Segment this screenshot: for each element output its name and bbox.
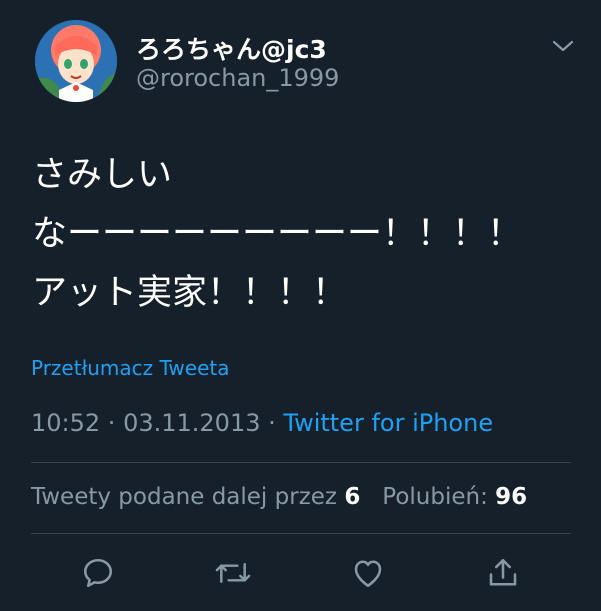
tweet-date: 03.11.2013: [123, 409, 261, 437]
reply-button[interactable]: [78, 553, 118, 593]
retweet-icon: [215, 562, 251, 584]
share-icon: [489, 558, 517, 586]
tweet-stats: Tweety podane dalej przez 6 Polubień: 96: [31, 484, 527, 510]
retweets-stat[interactable]: Tweety podane dalej przez 6: [31, 484, 360, 510]
retweets-label: Tweety podane dalej przez: [31, 484, 337, 510]
likes-stat[interactable]: Polubień: 96: [382, 484, 527, 510]
meta-separator: ·: [100, 409, 124, 437]
display-name[interactable]: ろろちゃん@jc3: [136, 30, 327, 66]
translate-tweet-link[interactable]: Przetłumacz Tweeta: [31, 356, 230, 380]
divider: [31, 462, 571, 463]
likes-count: 96: [495, 484, 528, 510]
user-handle[interactable]: @rorochan_1999: [136, 64, 339, 92]
tweet-source-link[interactable]: Twitter for iPhone: [283, 409, 493, 437]
likes-label: Polubień:: [382, 484, 488, 510]
tweet-text: さみしい なーーーーーーーーー！！！！ アット実家！！！！: [32, 146, 522, 323]
tweet-time: 10:52: [31, 409, 101, 437]
tweet-line: なーーーーーーーーー！！！！: [32, 214, 523, 254]
retweet-button[interactable]: [213, 553, 253, 593]
tweet-meta: 10:52 · 03.11.2013 · Twitter for iPhone: [31, 409, 493, 437]
retweets-count: 6: [344, 484, 361, 510]
tweet-line: さみしい: [32, 155, 173, 195]
share-button[interactable]: [483, 553, 523, 593]
divider: [31, 533, 571, 534]
meta-separator: ·: [260, 409, 284, 437]
like-button[interactable]: [348, 553, 388, 593]
tweet-detail: ろろちゃん@jc3 @rorochan_1999 さみしい なーーーーーーーーー…: [0, 0, 601, 611]
chevron-down-icon[interactable]: [551, 36, 575, 56]
like-icon: [354, 560, 382, 588]
tweet-line: アット実家！！！！: [32, 273, 348, 313]
avatar[interactable]: [35, 20, 117, 102]
reply-icon: [83, 558, 113, 588]
